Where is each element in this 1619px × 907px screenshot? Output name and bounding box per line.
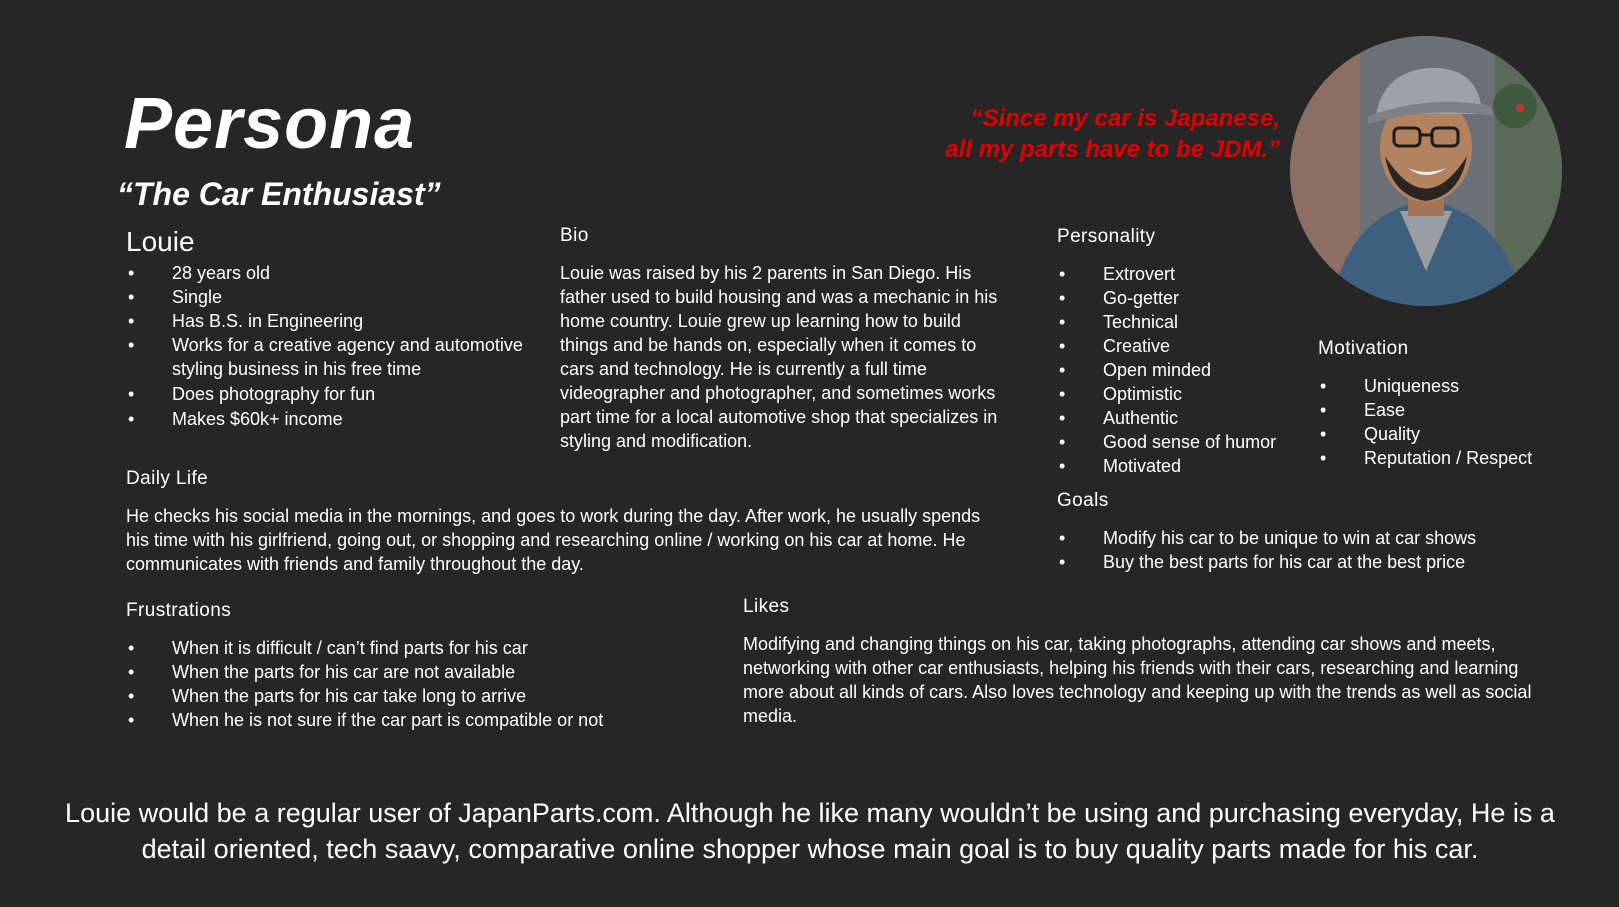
list-item: Reputation / Respect	[1318, 446, 1558, 470]
persona-quote: “Since my car is Japanese, all my parts …	[860, 103, 1280, 165]
daily-life-text: He checks his social media in the mornin…	[126, 506, 981, 574]
list-item: Ease	[1318, 398, 1558, 422]
list-item: 28 years old	[126, 261, 546, 285]
list-item: When it is difficult / can’t find parts …	[126, 636, 646, 660]
persona-photo	[1290, 36, 1562, 306]
persona-name: Louie	[126, 226, 195, 257]
list-item: Motivated	[1057, 454, 1297, 478]
list-item: Does photography for fun	[126, 382, 546, 406]
persona-subtitle: “The Car Enthusiast”	[117, 176, 441, 212]
bio-text: Louie was raised by his 2 parents in San…	[560, 263, 998, 451]
list-item: Extrovert	[1057, 262, 1297, 286]
list-item: Technical	[1057, 310, 1297, 334]
page-title: Persona	[124, 84, 416, 164]
quote-line-2: all my parts have to be JDM.”	[945, 136, 1280, 163]
goals-list: Modify his car to be unique to win at ca…	[1057, 526, 1537, 574]
list-item: Optimistic	[1057, 382, 1297, 406]
likes-text: Modifying and changing things on his car…	[743, 634, 1532, 726]
bio-heading: Bio	[560, 225, 589, 246]
motivation-heading: Motivation	[1318, 338, 1409, 359]
quote-line-1: “Since my car is Japanese,	[970, 105, 1280, 132]
goals-heading: Goals	[1057, 490, 1109, 511]
frustrations-heading: Frustrations	[126, 600, 232, 621]
list-item: When he is not sure if the car part is c…	[126, 708, 646, 732]
frustrations-list: When it is difficult / can’t find parts …	[126, 636, 646, 732]
list-item: Good sense of humor	[1057, 430, 1297, 454]
personality-heading: Personality	[1057, 226, 1156, 247]
persona-photo-illustration	[1290, 36, 1562, 306]
persona-summary: Louie would be a regular user of JapanPa…	[65, 798, 1555, 864]
list-item: Modify his car to be unique to win at ca…	[1057, 526, 1537, 550]
list-item: When the parts for his car take long to …	[126, 684, 646, 708]
list-item: Works for a creative agency and automoti…	[126, 333, 546, 381]
daily-life-heading: Daily Life	[126, 468, 209, 489]
list-item: Has B.S. in Engineering	[126, 309, 546, 333]
list-item: Makes $60k+ income	[126, 407, 546, 431]
profile-facts-list: 28 years old Single Has B.S. in Engineer…	[126, 261, 546, 431]
list-item: Authentic	[1057, 406, 1297, 430]
list-item: Buy the best parts for his car at the be…	[1057, 550, 1537, 574]
list-item: Quality	[1318, 422, 1558, 446]
list-item: Single	[126, 285, 546, 309]
motivation-list: Uniqueness Ease Quality Reputation / Res…	[1318, 374, 1558, 470]
list-item: Creative	[1057, 334, 1297, 358]
likes-heading: Likes	[743, 596, 790, 617]
personality-list: Extrovert Go-getter Technical Creative O…	[1057, 262, 1297, 478]
list-item: When the parts for his car are not avail…	[126, 660, 646, 684]
list-item: Go-getter	[1057, 286, 1297, 310]
list-item: Open minded	[1057, 358, 1297, 382]
list-item: Uniqueness	[1318, 374, 1558, 398]
